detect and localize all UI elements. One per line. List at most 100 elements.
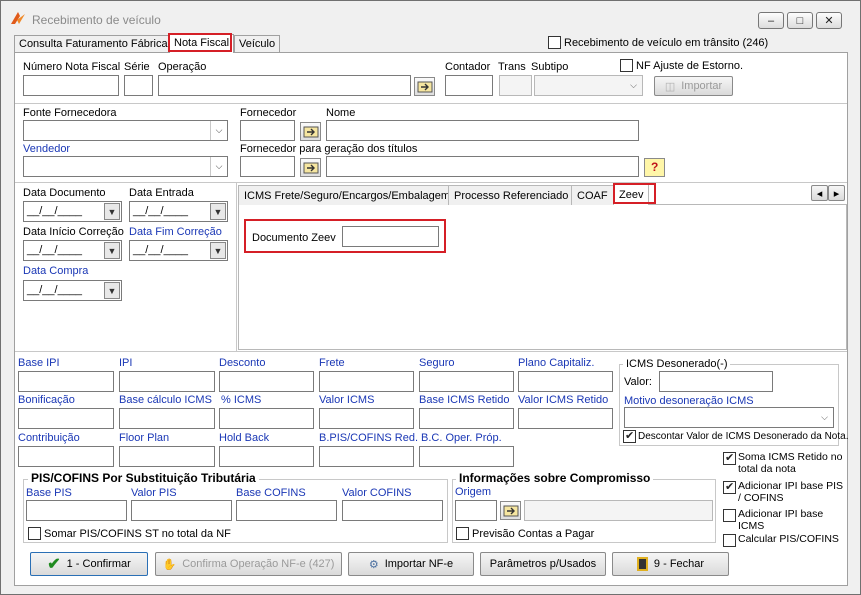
thumbs-up-icon: ✋ (162, 558, 177, 571)
compromisso-title: Informações sobre Compromisso (456, 471, 654, 485)
fornecedor-titulos-input[interactable] (240, 156, 295, 177)
inner-tab-next-button[interactable]: ▸ (828, 185, 845, 201)
side-checkbox-1[interactable] (723, 451, 736, 465)
chevron-down-icon[interactable]: ▼ (104, 282, 120, 299)
maximize-button[interactable]: □ (787, 12, 813, 29)
fonte-fornecedora-select[interactable]: ⌵ (23, 120, 228, 141)
side-checkbox-3[interactable] (723, 509, 736, 522)
desconto-label: Desconto (219, 357, 266, 369)
ipi-input[interactable] (119, 371, 215, 392)
nf-ajuste-checkbox[interactable] (620, 59, 633, 72)
parametros-usados-button[interactable]: Parâmetros p/Usados (480, 552, 606, 576)
vendedor-select[interactable]: ⌵ (23, 156, 228, 177)
base-cofins-input[interactable] (236, 500, 337, 521)
bonificacao-input[interactable] (18, 408, 114, 429)
hold-back-input[interactable] (219, 446, 314, 467)
plano-capitaliz-input[interactable] (518, 371, 613, 392)
valor-pis-input[interactable] (131, 500, 232, 521)
origem-input[interactable] (455, 500, 497, 521)
hold-back-label: Hold Back (219, 432, 270, 444)
valor-icms-retido-input[interactable] (518, 408, 613, 429)
data-fim-correcao-input[interactable]: __/__/____ ▼ (129, 240, 228, 261)
confirma-operacao-nfe-button[interactable]: ✋ Confirma Operação NF-e (427) (155, 552, 342, 576)
valor-icms-input[interactable] (319, 408, 414, 429)
pointing-hand-icon (417, 81, 433, 93)
valor-cofins-input[interactable] (342, 500, 443, 521)
data-compra-label: Data Compra (23, 265, 89, 277)
base-ipi-label: Base IPI (18, 357, 60, 369)
tab-processo-referenciado[interactable]: Processo Referenciado (448, 185, 575, 205)
serie-input[interactable] (124, 75, 153, 96)
contador-input[interactable] (445, 75, 493, 96)
subtipo-select[interactable]: ⌵ (534, 75, 643, 96)
data-inicio-correcao-input[interactable]: __/__/____ ▼ (23, 240, 122, 261)
base-icms-retido-input[interactable] (419, 408, 514, 429)
descontar-icms-checkbox[interactable] (623, 429, 636, 443)
operacao-lookup-button[interactable] (414, 77, 435, 96)
chevron-down-icon[interactable]: ▼ (104, 203, 120, 220)
fornecedor-input[interactable] (240, 120, 295, 141)
fornecedor-titulos-lookup-button[interactable] (300, 158, 321, 177)
contribuicao-input[interactable] (18, 446, 114, 467)
fornecedor-titulos-nome-input[interactable] (326, 156, 639, 177)
tab-coaf[interactable]: COAF (571, 185, 614, 205)
nome-input[interactable] (326, 120, 639, 141)
side-checkbox-label-3: Adicionar IPI base ICMS (738, 508, 824, 532)
inner-tab-prev-button[interactable]: ◂ (811, 185, 828, 201)
trans-input[interactable] (499, 75, 532, 96)
icms-desonerado-title: ICMS Desonerado(-) (623, 358, 731, 370)
base-pis-input[interactable] (26, 500, 127, 521)
app-logo-icon (11, 12, 25, 24)
valor-desonerado-input[interactable] (659, 371, 773, 392)
origem-descricao-input[interactable] (524, 500, 713, 521)
bc-oper-prop-input[interactable] (419, 446, 514, 467)
app-window: Recebimento de veículo – □ ✕ Consulta Fa… (0, 0, 861, 595)
chevron-down-icon[interactable]: ▼ (210, 242, 226, 259)
close-button[interactable]: ✕ (816, 12, 842, 29)
chevron-down-icon[interactable]: ▼ (210, 203, 226, 220)
numero-nf-input[interactable] (23, 75, 119, 96)
window-title: Recebimento de veículo (32, 13, 161, 27)
date-placeholder: __/__/____ (133, 205, 189, 217)
frete-input[interactable] (319, 371, 414, 392)
fechar-button[interactable]: 9 - Fechar (612, 552, 729, 576)
floor-plan-input[interactable] (119, 446, 215, 467)
origem-label: Origem (455, 486, 492, 498)
side-checkbox-4[interactable] (723, 534, 736, 547)
fechar-label: 9 - Fechar (653, 558, 705, 570)
importar-button[interactable]: ◫ Importar (654, 76, 733, 96)
fornecedor-lookup-button[interactable] (300, 122, 321, 141)
side-checkbox-2[interactable] (723, 480, 736, 494)
floor-plan-label: Floor Plan (119, 432, 170, 444)
desconto-input[interactable] (219, 371, 314, 392)
data-documento-input[interactable]: __/__/____ ▼ (23, 201, 122, 222)
data-compra-input[interactable]: __/__/____ ▼ (23, 280, 122, 301)
tab-icms-frete[interactable]: ICMS Frete/Seguro/Encargos/Embalagem (238, 185, 457, 205)
check-icon: ✔ (47, 556, 61, 573)
transit-checkbox[interactable] (548, 36, 561, 49)
tab-veiculo[interactable]: Veículo (234, 35, 281, 53)
seguro-input[interactable] (419, 371, 514, 392)
help-button[interactable]: ? (644, 158, 665, 177)
operacao-input[interactable] (158, 75, 411, 96)
previsao-contas-checkbox[interactable] (456, 527, 469, 540)
nota-fiscal-panel: Número Nota Fiscal Série Operação Contad… (14, 52, 848, 586)
motivo-desoneracao-select[interactable]: ⌵ (624, 407, 834, 428)
percent-icms-input[interactable] (219, 408, 314, 429)
b-pis-cofins-red-input[interactable] (319, 446, 414, 467)
chevron-down-icon[interactable]: ▼ (104, 242, 120, 259)
base-calculo-icms-input[interactable] (119, 408, 215, 429)
divider (15, 103, 847, 104)
confirmar-button[interactable]: ✔ 1 - Confirmar (30, 552, 148, 576)
fonte-fornecedora-label: Fonte Fornecedora (23, 107, 117, 119)
numero-nf-label: Número Nota Fiscal (23, 61, 121, 73)
origem-lookup-button[interactable] (500, 501, 521, 520)
base-ipi-input[interactable] (18, 371, 114, 392)
minimize-button[interactable]: – (758, 12, 784, 29)
data-entrada-input[interactable]: __/__/____ ▼ (129, 201, 228, 222)
divider (15, 351, 847, 352)
importar-nfe-button[interactable]: ⚙ Importar NF-e (348, 552, 474, 576)
pointing-hand-icon (503, 505, 519, 517)
tab-consulta-faturamento[interactable]: Consulta Faturamento Fábrica (14, 35, 173, 53)
somar-pis-cofins-checkbox[interactable] (28, 527, 41, 540)
